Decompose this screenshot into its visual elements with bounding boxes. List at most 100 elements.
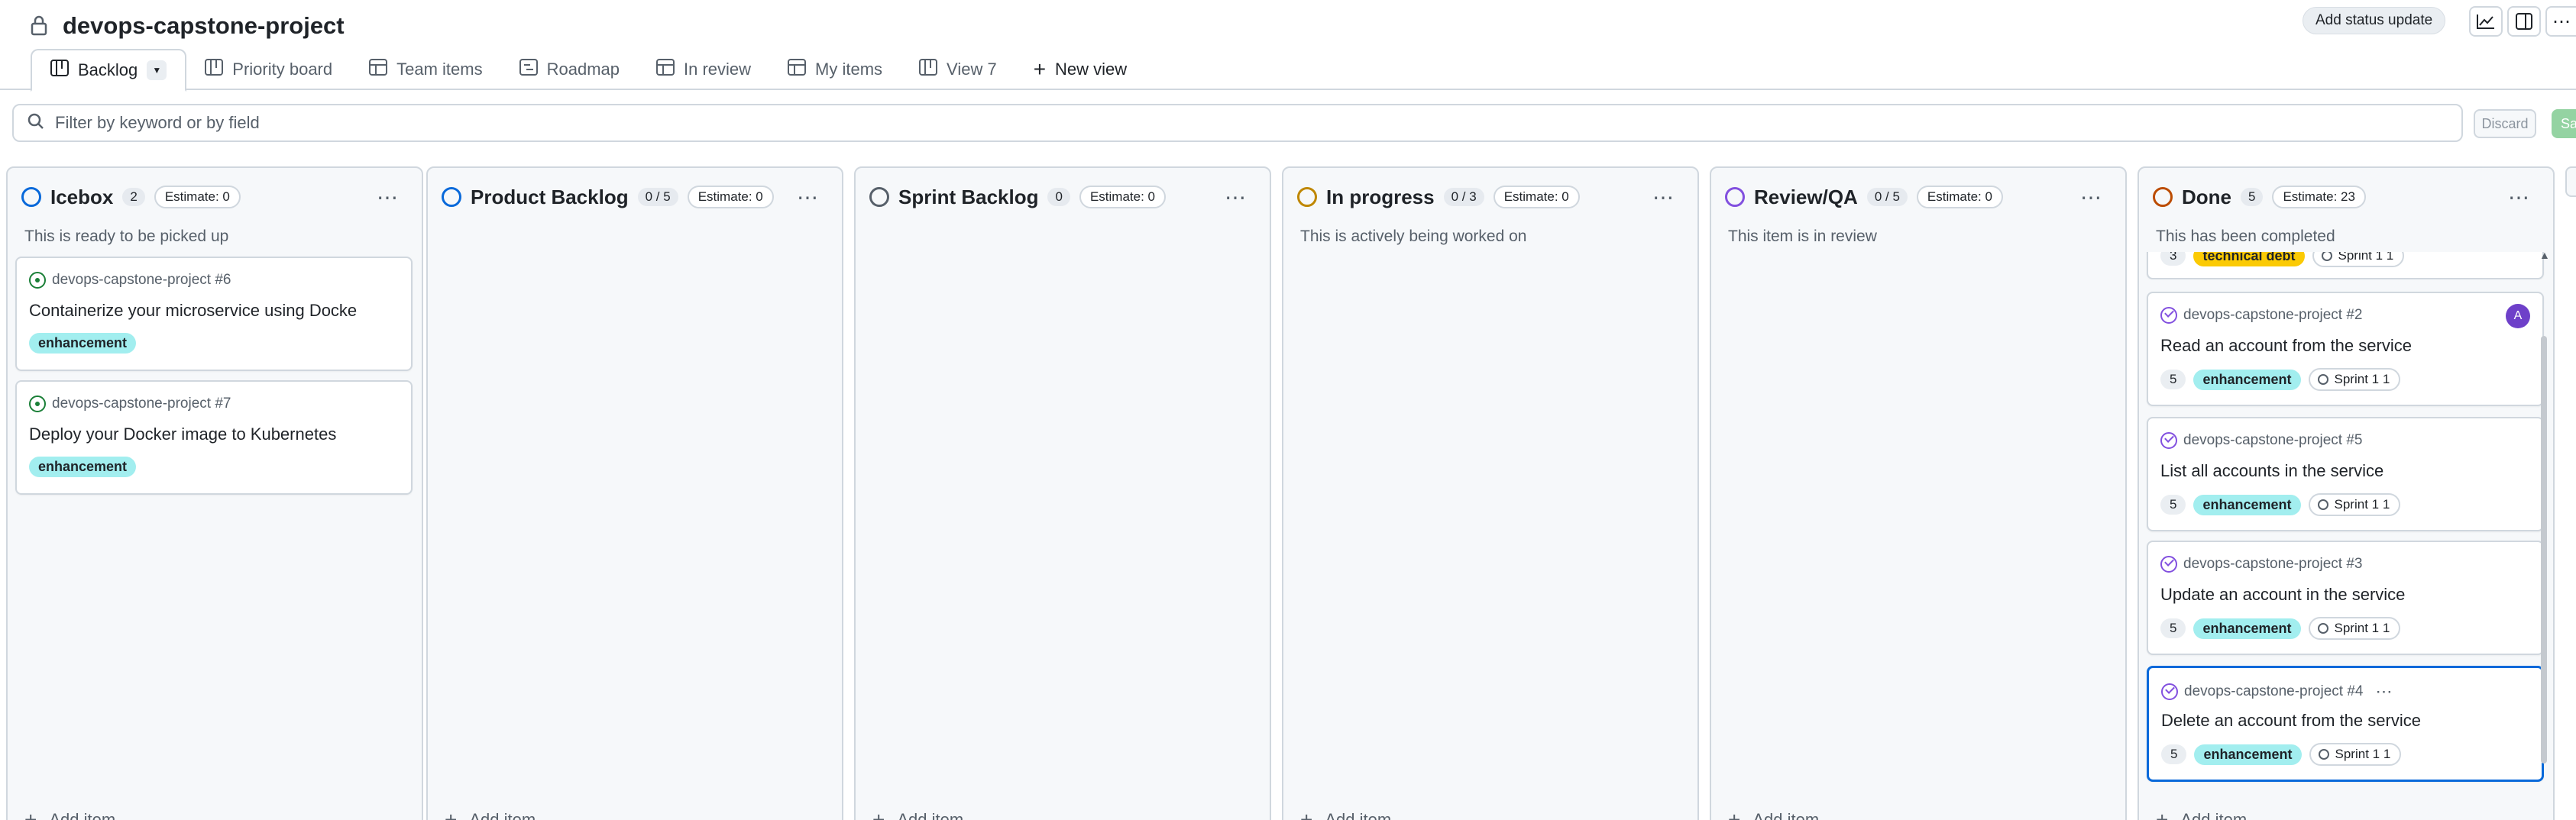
issue-ref[interactable]: devops-capstone-project #2 (2183, 307, 2362, 324)
discard-button[interactable]: Discard (2474, 109, 2536, 138)
filter-bar (12, 104, 2463, 142)
card-title[interactable]: Read an account from the service (2160, 336, 2535, 356)
issue-card[interactable]: devops-capstone-project #3 Update an acc… (2147, 541, 2544, 655)
add-status-update-button[interactable]: Add status update (2303, 7, 2446, 34)
add-item-button[interactable]: + Add item (1728, 808, 1819, 820)
card-title[interactable]: Containerize your microservice using Doc… (29, 301, 403, 321)
column-in-progress: In progress 0 / 3 Estimate: 0 ⋯ This is … (1282, 166, 1699, 820)
add-item-button[interactable]: + Add item (2156, 808, 2247, 820)
issue-ref[interactable]: devops-capstone-project #4 (2184, 683, 2363, 700)
column-menu-icon[interactable]: ⋯ (797, 185, 819, 210)
add-item-label: Add item (1752, 810, 1820, 820)
status-circle-icon (869, 187, 889, 207)
tab-view-7[interactable]: View 7 (901, 49, 1015, 90)
issue-card[interactable]: devops-capstone-project #7 Deploy your D… (15, 380, 413, 495)
table-icon (656, 59, 675, 80)
issue-card-selected[interactable]: devops-capstone-project #4 ⋯ Delete an a… (2147, 666, 2544, 782)
tab-label: My items (815, 60, 883, 79)
plus-icon: + (24, 808, 37, 820)
issue-ref[interactable]: devops-capstone-project #3 (2183, 556, 2362, 573)
card-tags: enhancement (29, 457, 137, 477)
tab-priority-board[interactable]: Priority board (186, 49, 351, 90)
scrollbar-thumb[interactable] (2541, 336, 2547, 764)
column-icebox: Icebox 2 Estimate: 0 ⋯ This is ready to … (6, 166, 423, 820)
scroll-up-icon[interactable]: ▲ (2539, 249, 2550, 261)
card-title[interactable]: Update an account in the service (2160, 585, 2535, 605)
add-item-button[interactable]: + Add item (24, 808, 115, 820)
chevron-down-icon[interactable]: ▼ (147, 60, 167, 80)
add-item-button[interactable]: + Add item (872, 808, 963, 820)
avatar[interactable]: A (2506, 304, 2530, 328)
issue-ref[interactable]: devops-capstone-project #6 (52, 272, 231, 289)
item-count: 0 / 5 (637, 188, 678, 206)
column-header: In progress 0 / 3 Estimate: 0 (1297, 185, 1580, 209)
issue-card[interactable]: devops-capstone-project #5 List all acco… (2147, 417, 2544, 531)
project-title[interactable]: devops-capstone-project (63, 12, 345, 40)
column-description: This is actively being worked on (1300, 228, 1527, 245)
iteration-icon (2321, 252, 2332, 261)
card-reference: devops-capstone-project #2 (2160, 307, 2362, 324)
tab-in-review[interactable]: In review (638, 49, 769, 90)
card-title[interactable]: Delete an account from the service (2161, 711, 2536, 731)
tab-backlog[interactable]: Backlog ▼ (31, 49, 187, 92)
column-menu-icon[interactable]: ⋯ (2080, 185, 2102, 210)
estimate-points: 5 (2161, 744, 2187, 764)
iteration-icon (2317, 623, 2328, 634)
card-title[interactable]: List all accounts in the service (2160, 461, 2535, 481)
column-menu-icon[interactable]: ⋯ (1225, 185, 1247, 210)
sprint-label: Sprint 1 1 (2334, 497, 2390, 512)
status-circle-icon (1297, 187, 1317, 207)
card-reference: devops-capstone-project #6 (29, 272, 231, 289)
new-view-button[interactable]: + New view (1015, 49, 1146, 90)
column-name: Icebox (50, 185, 114, 208)
iteration-icon (2317, 374, 2328, 385)
card-title[interactable]: Deploy your Docker image to Kubernetes (29, 425, 403, 444)
board: Icebox 2 Estimate: 0 ⋯ This is ready to … (0, 156, 2576, 820)
plus-icon: + (445, 808, 458, 820)
tab-roadmap[interactable]: Roadmap (501, 49, 638, 90)
estimate-badge: Estimate: 0 (1493, 186, 1580, 208)
column-menu-icon[interactable]: ⋯ (1652, 185, 1675, 210)
label-enhancement: enhancement (2193, 369, 2301, 390)
issue-card[interactable]: devops-capstone-project #2 A Read an acc… (2147, 292, 2544, 406)
card-reference: devops-capstone-project #3 (2160, 556, 2362, 573)
tab-label: View 7 (947, 60, 997, 79)
card-tags: 5 enhancement Sprint 1 1 (2161, 743, 2402, 766)
tab-team-items[interactable]: Team items (351, 49, 500, 90)
side-panel-icon[interactable] (2507, 6, 2541, 37)
sprint-label: Sprint 1 1 (2334, 372, 2390, 386)
tab-my-items[interactable]: My items (769, 49, 901, 90)
item-count: 2 (122, 188, 145, 206)
label-enhancement: enhancement (29, 333, 137, 354)
card-tags: 5 enhancement Sprint 1 1 (2160, 368, 2401, 391)
sprint-badge: Sprint 1 1 (2308, 368, 2401, 391)
column-description: This is ready to be picked up (24, 228, 229, 245)
card-clip: 3 technical debt Sprint 1 1 (2139, 252, 2552, 279)
label-technical-debt: technical debt (2193, 252, 2305, 266)
issue-card[interactable]: 3 technical debt Sprint 1 1 (2147, 252, 2544, 279)
add-item-label: Add item (469, 810, 536, 820)
issue-ref[interactable]: devops-capstone-project #7 (52, 395, 231, 412)
card-menu-icon[interactable]: ⋯ (2375, 682, 2392, 702)
item-count: 0 / 5 (1866, 188, 1908, 206)
plus-icon: + (2156, 808, 2169, 820)
more-options-icon[interactable]: ⋯ (2545, 6, 2576, 37)
card-tags: 5 enhancement Sprint 1 1 (2160, 493, 2401, 516)
label-enhancement: enhancement (2193, 618, 2301, 639)
issue-card[interactable]: devops-capstone-project #6 Containerize … (15, 257, 413, 371)
save-button[interactable]: Sa (2552, 109, 2576, 138)
filter-input[interactable] (55, 113, 2423, 133)
add-item-button[interactable]: + Add item (1300, 808, 1391, 820)
insights-icon[interactable] (2469, 6, 2503, 37)
item-count: 5 (2241, 188, 2264, 206)
lock-icon (31, 15, 52, 37)
issue-ref[interactable]: devops-capstone-project #5 (2183, 432, 2362, 449)
add-item-button[interactable]: + Add item (445, 808, 536, 820)
column-name: Product Backlog (471, 185, 629, 208)
roadmap-icon (519, 59, 538, 80)
column-menu-icon[interactable]: ⋯ (2508, 185, 2530, 210)
column-menu-icon[interactable]: ⋯ (377, 185, 399, 210)
plus-icon: + (872, 808, 885, 820)
column-name: Sprint Backlog (898, 185, 1039, 208)
issue-closed-icon (2160, 307, 2177, 324)
